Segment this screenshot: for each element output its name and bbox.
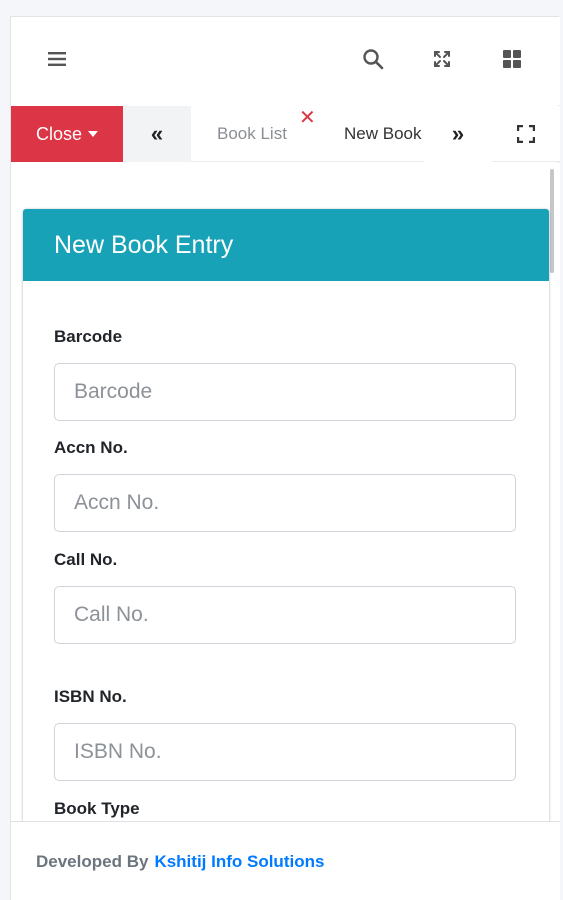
hamburger-menu-button[interactable] xyxy=(43,45,71,73)
grid-icon xyxy=(503,50,521,68)
apps-grid-button[interactable] xyxy=(498,45,526,73)
expand-tab-button[interactable] xyxy=(492,106,560,162)
top-navbar xyxy=(11,17,560,105)
fullscreen-toggle-button[interactable] xyxy=(428,45,456,73)
vertical-scrollbar[interactable] xyxy=(550,169,554,273)
content-area[interactable]: New Book Entry Barcode Accn No. Call No.… xyxy=(11,163,560,821)
company-link[interactable]: Kshitij Info Solutions xyxy=(154,852,324,872)
isbn-no-label: ISBN No. xyxy=(54,687,127,706)
isbn-no-input[interactable] xyxy=(54,723,516,781)
card-header: New Book Entry xyxy=(23,209,549,281)
close-button-label: Close xyxy=(35,123,83,144)
caret-down-icon xyxy=(88,131,99,137)
arrows-expand-icon xyxy=(434,51,450,67)
close-tab-icon[interactable]: ✕ xyxy=(299,108,316,128)
accn-no-input[interactable] xyxy=(54,474,516,532)
tabs-scroll-left-button[interactable]: « xyxy=(123,106,191,162)
new-book-card: New Book Entry Barcode Accn No. Call No.… xyxy=(23,209,549,821)
tab-label: Book List xyxy=(217,124,287,143)
tabs-scroll-right-button[interactable]: » xyxy=(424,106,492,162)
search-button[interactable] xyxy=(359,45,387,73)
footer: Developed By Kshitij Info Solutions xyxy=(11,821,560,900)
tab-strip: Close « Book List ✕ New Book » xyxy=(11,106,560,162)
double-chevron-right-icon: » xyxy=(451,121,465,146)
search-icon xyxy=(363,49,384,70)
call-no-input[interactable] xyxy=(54,586,516,644)
accn-no-label: Accn No. xyxy=(54,438,128,457)
book-type-label: Book Type xyxy=(54,799,140,818)
close-dropdown-button[interactable]: Close xyxy=(11,106,123,162)
barcode-label: Barcode xyxy=(54,327,123,346)
barcode-input[interactable] xyxy=(54,363,516,421)
tab-book-list[interactable]: Book List xyxy=(217,106,287,162)
double-chevron-left-icon: « xyxy=(150,121,164,146)
tabs-viewport: Book List ✕ New Book xyxy=(191,106,424,162)
card-title: New Book Entry xyxy=(54,230,234,259)
footer-prefix: Developed By xyxy=(36,851,149,871)
tab-label: New Book xyxy=(344,124,422,143)
app-window: Close « Book List ✕ New Book » New Book … xyxy=(10,16,560,900)
expand-corners-icon xyxy=(517,125,535,143)
call-no-label: Call No. xyxy=(54,550,118,569)
hamburger-icon xyxy=(48,52,66,66)
tab-new-book[interactable]: New Book xyxy=(344,106,421,162)
